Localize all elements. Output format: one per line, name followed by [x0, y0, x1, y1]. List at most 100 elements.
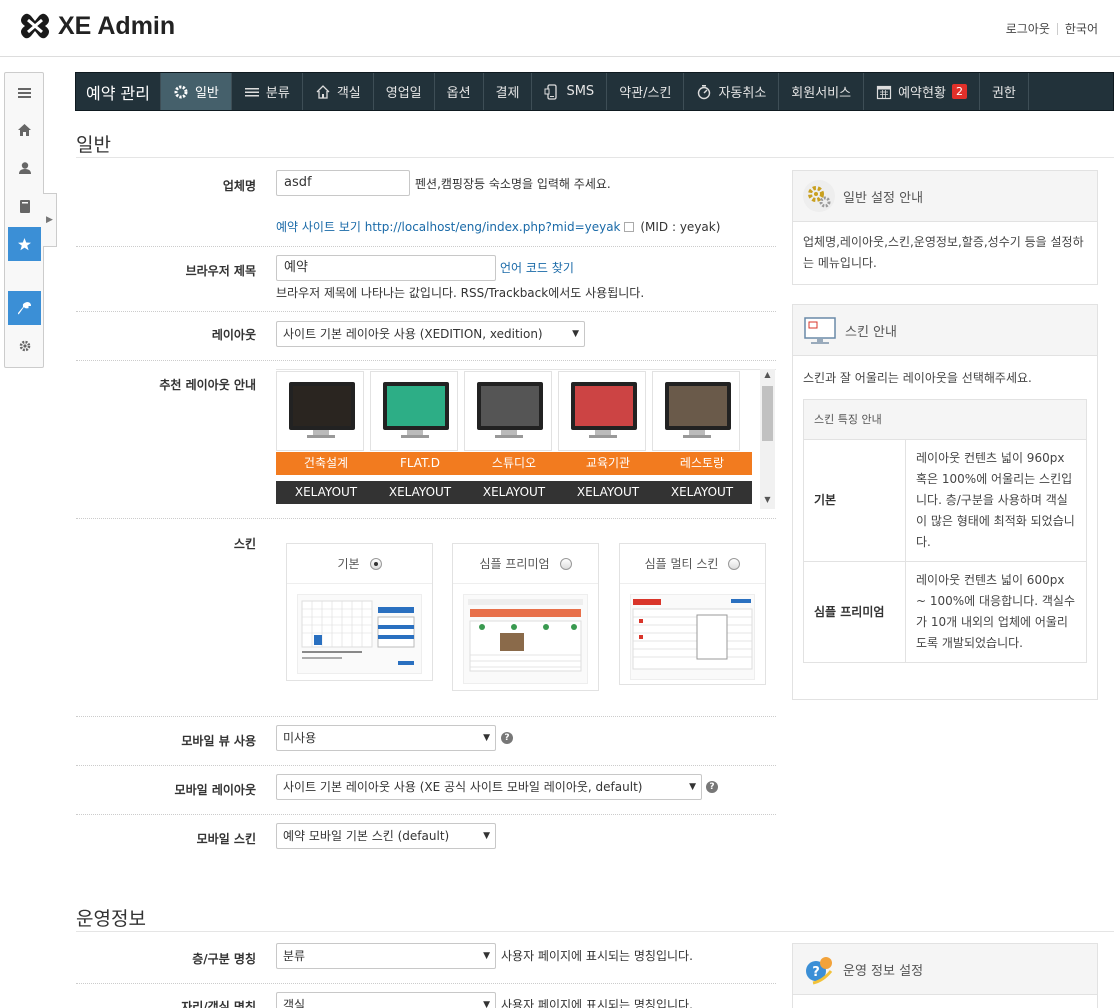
lang-code-link[interactable]: 언어 코드 찾기: [500, 259, 574, 276]
recommended-layouts-list: 건축설계 XELAYOUT FLAT.D XELAYOUT 스튜디오 XELAYOUT 교육…: [276, 369, 776, 509]
external-link-icon: [623, 222, 634, 232]
user-icon[interactable]: [8, 151, 41, 185]
tab-reservation-status[interactable]: 예약현황 2: [864, 73, 980, 110]
monitor-screen: [293, 386, 351, 426]
layout-vendor-button[interactable]: XELAYOUT: [370, 481, 470, 504]
floor-name-select[interactable]: 분류 ▼: [276, 943, 496, 969]
layout-preview: [276, 371, 364, 451]
scroll-up-icon[interactable]: ▲: [760, 370, 775, 379]
skin-radio[interactable]: [559, 557, 572, 570]
floor-name-selected: 분류: [283, 949, 306, 963]
menu-icon[interactable]: [8, 76, 41, 110]
tab-label: SMS: [566, 84, 595, 99]
calendar-icon: [876, 85, 892, 99]
tab-terms-skin[interactable]: 약관/스킨: [607, 73, 685, 110]
tab-label: 권한: [991, 86, 1016, 101]
layout-thumb[interactable]: FLAT.D XELAYOUT: [370, 371, 470, 504]
site-url-link[interactable]: http://localhost/eng/index.php?mid=yeyak: [365, 220, 621, 234]
layout-vendor-button[interactable]: XELAYOUT: [558, 481, 658, 504]
gears-icon: [803, 180, 835, 212]
tab-business-days[interactable]: 영업일: [374, 73, 435, 110]
layout-vendor-button[interactable]: XELAYOUT: [652, 481, 752, 504]
book-icon[interactable]: [8, 189, 41, 223]
recommended-layouts-label: 추천 레이아웃 안내: [159, 378, 256, 392]
skin-name-cell: 기본: [804, 440, 906, 561]
layout-select[interactable]: 사이트 기본 레이아웃 사용 (XEDITION, xedition) ▼: [276, 321, 585, 347]
divider: [76, 518, 776, 519]
mobile-view-label: 모바일 뷰 사용: [181, 734, 256, 748]
skin-option-simple-premium[interactable]: 심플 프리미엄: [452, 543, 599, 691]
layout-thumb[interactable]: 건축설계 XELAYOUT: [276, 371, 376, 504]
logout-link[interactable]: 로그아웃: [1006, 20, 1050, 37]
layout-thumb[interactable]: 교육기관 XELAYOUT: [558, 371, 658, 504]
tab-options[interactable]: 옵션: [435, 73, 484, 110]
tab-general[interactable]: 일반: [160, 73, 232, 110]
dropdown-arrow-icon: ▼: [483, 733, 490, 743]
divider: [1056, 22, 1058, 35]
mobile-view-selected: 미사용: [283, 731, 317, 745]
room-name-select[interactable]: 객실 ▼: [276, 992, 496, 1008]
skin-radio[interactable]: [369, 557, 382, 570]
browser-title-help: 브라우저 제목에 나타나는 값입니다. RSS/Trackback에서도 사용됩…: [276, 286, 645, 300]
gear-icon[interactable]: [8, 329, 41, 363]
general-guide-panel: 일반 설정 안내 업체명,레이아웃,스킨,운영정보,할증,성수기 등을 설정하는…: [792, 170, 1098, 285]
tab-label: 예약현황: [898, 86, 946, 101]
monitor-base: [495, 435, 523, 438]
notification-badge: 2: [951, 84, 967, 99]
tab-label: 회원서비스: [791, 86, 852, 101]
monitor-image: [665, 382, 731, 430]
logo[interactable]: XE Admin: [18, 9, 175, 43]
help-icon[interactable]: ?: [706, 781, 718, 793]
skin-option-basic[interactable]: 기본: [286, 543, 433, 681]
skin-guide-panel: 스킨 안내 스킨과 잘 어울리는 레이아웃을 선택해주세요. 스킨 특징 안내 …: [792, 304, 1098, 700]
app-title: XE Admin: [58, 11, 176, 40]
tab-label: 옵션: [446, 86, 471, 101]
scroll-down-icon[interactable]: ▼: [760, 495, 775, 504]
tab-payment[interactable]: 결제: [484, 73, 533, 110]
panel-body: 스킨과 잘 어울리는 레이아웃을 선택해주세요.: [803, 371, 1032, 385]
browser-title-label: 브라우저 제목: [185, 264, 256, 278]
layout-name-button[interactable]: 건축설계: [276, 452, 376, 475]
divider: [76, 157, 1114, 158]
mobile-layout-select[interactable]: 사이트 기본 레이아웃 사용 (XE 공식 사이트 모바일 레이아웃, defa…: [276, 774, 702, 800]
tab-auto-cancel[interactable]: 자동취소: [684, 73, 780, 110]
layout-thumb[interactable]: 스튜디오 XELAYOUT: [464, 371, 564, 504]
language-link[interactable]: 한국어: [1065, 20, 1098, 37]
star-icon[interactable]: [8, 227, 41, 261]
layout-name-button[interactable]: 교육기관: [558, 452, 658, 475]
tab-rooms[interactable]: 객실: [303, 73, 374, 110]
layouts-scrollbar[interactable]: ▲ ▼: [760, 369, 775, 509]
layout-thumb[interactable]: 레스토랑 XELAYOUT: [652, 371, 752, 504]
company-name-input[interactable]: asdf: [276, 170, 410, 196]
skin-desc-cell: 레이아웃 컨텐츠 넓이 600px ~ 100%에 대응합니다. 객실수가 10…: [916, 573, 1075, 650]
dropdown-arrow-icon: ▼: [483, 1000, 490, 1008]
layout-name-button[interactable]: 레스토랑: [652, 452, 752, 475]
sidebar-toggle[interactable]: ▶: [43, 193, 57, 247]
timer-icon: [698, 84, 711, 99]
layout-vendor-button[interactable]: XELAYOUT: [276, 481, 376, 504]
skin-radio[interactable]: [728, 557, 741, 570]
tab-label: 일반: [194, 86, 219, 101]
mobile-view-select[interactable]: 미사용 ▼: [276, 725, 496, 751]
wrench-icon[interactable]: [8, 291, 41, 325]
browser-title-input[interactable]: 예약: [276, 255, 496, 281]
home-icon[interactable]: [8, 113, 41, 147]
tab-sms[interactable]: SMS: [532, 73, 608, 110]
layout-name-button[interactable]: 스튜디오: [464, 452, 564, 475]
tab-category[interactable]: 분류: [232, 73, 303, 110]
layout-vendor-button[interactable]: XELAYOUT: [464, 481, 564, 504]
mobile-skin-label: 모바일 스킨: [196, 832, 256, 846]
dropdown-arrow-icon: ▼: [483, 831, 490, 841]
tab-permissions[interactable]: 권한: [980, 73, 1029, 110]
layout-name-button[interactable]: FLAT.D: [370, 452, 470, 475]
scrollbar-thumb[interactable]: [762, 386, 773, 441]
monitor-screen: [669, 386, 727, 426]
help-icon[interactable]: ?: [501, 732, 513, 744]
tab-member-service[interactable]: 회원서비스: [779, 73, 865, 110]
section-title: 운영정보: [76, 908, 146, 930]
skin-option-simple-multi[interactable]: 심플 멀티 스킨: [619, 543, 766, 685]
divider: [76, 246, 776, 247]
site-view-link[interactable]: 예약 사이트 보기: [276, 220, 361, 234]
mobile-skin-select[interactable]: 예약 모바일 기본 스킨 (default) ▼: [276, 823, 496, 849]
skin-preview: [463, 594, 588, 684]
